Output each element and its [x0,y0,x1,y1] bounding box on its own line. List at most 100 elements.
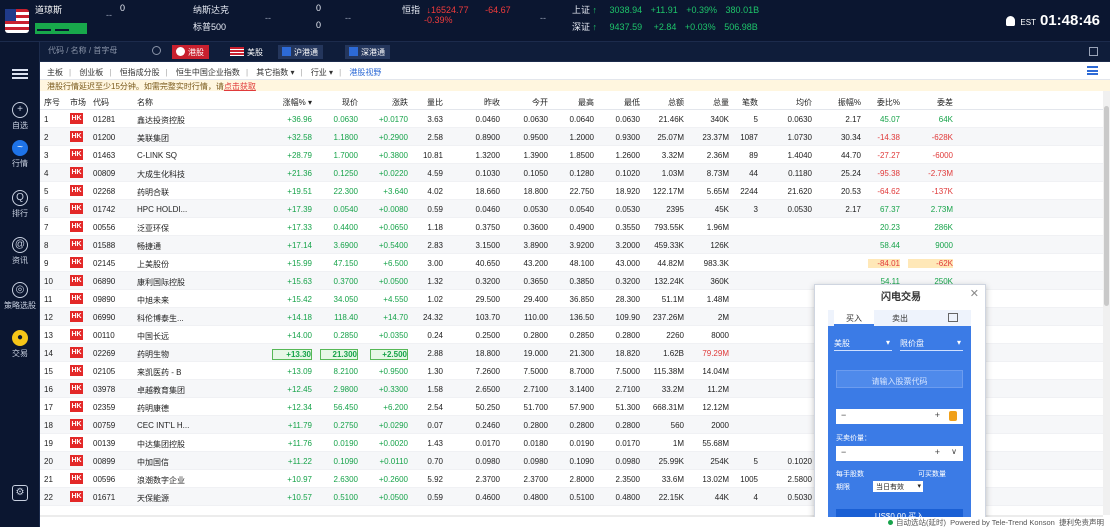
table-cell: 18.920 [615,187,640,196]
column-header[interactable]: 序号 [44,97,64,108]
menu-icon[interactable] [12,69,28,79]
chevron-down-icon[interactable]: ∨ [951,447,957,456]
table-row[interactable]: 8 HK 01588 畅捷通 +17.14 3.6900 +0.5400 2.83 3.1500… [40,236,1103,254]
column-header[interactable]: 昨收 [460,97,500,108]
column-header[interactable]: 现价 [320,97,358,108]
stock-code-input[interactable]: 请输入股票代码 [836,370,963,388]
table-cell: +14.00 [287,331,312,340]
subnav-hscei[interactable]: 恒生中国企业指数 [176,68,240,77]
table-cell: +17.33 [287,223,312,232]
subnav-main-board[interactable]: 主板 [47,68,63,77]
column-header[interactable]: 最低 [600,97,640,108]
column-header[interactable]: 总量 [689,97,729,108]
column-header[interactable]: 均价 [772,97,812,108]
ticker-hsi[interactable]: 恒指 ↓16524.77 -64.67 -0.39% [402,3,511,25]
plus-icon[interactable]: + [935,447,940,457]
minus-icon[interactable]: − [841,410,846,420]
subnav-hk-vision[interactable]: 港股视野 [349,68,381,77]
column-header[interactable]: 市场 [70,97,90,108]
table-cell: 28.300 [615,295,640,304]
subnav-hsi-constituents[interactable]: 恒指成分股 [120,68,160,77]
sidebar-item-watchlist[interactable]: + 自选 [0,102,40,131]
subnav-industry[interactable]: 行业 ▾ [311,68,333,77]
tab-hk-stocks[interactable]: 港股 [172,45,209,59]
table-row[interactable]: 2 HK 01200 美联集团 +32.58 1.1800 +0.2900 2.58 0.890… [40,128,1103,146]
table-cell: 560 [670,421,684,430]
quantity-stepper[interactable]: − + ∨ [836,446,963,461]
column-header[interactable]: 最高 [554,97,594,108]
table-row[interactable]: 6 HK 01742 HPC HOLDI... +17.39 0.0540 +0.0080 0… [40,200,1103,218]
sidebar-item-news[interactable]: @ 资讯 [0,237,40,266]
table-cell: +14.70 [383,313,408,322]
tab-shhk-label: 沪港通 [294,48,318,57]
tab-sh-hk-connect[interactable]: 沪港通 [278,45,323,59]
table-cell: +15.99 [287,259,312,268]
ticker-shenzhen[interactable]: 深证 ↑ 9437.59 +2.84 +0.03% 506.98B [572,20,758,33]
table-row[interactable]: 3 HK 01463 C-LINK SQ +28.79 1.7000 +0.3800 10.8… [40,146,1103,164]
sidebar-item-trade[interactable]: ● 交易 [0,330,40,359]
vertical-scrollbar[interactable] [1103,91,1110,515]
sidebar-item-screener[interactable]: ◎ 策略选股 [0,282,40,311]
search-icon[interactable] [152,46,161,55]
subnav-gem[interactable]: 创业板 [79,68,103,77]
column-header[interactable]: 涨跌 [370,97,408,108]
expand-icon[interactable] [948,313,958,322]
column-header[interactable]: 代码 [93,97,133,108]
table-cell: 13 [44,331,53,340]
ticker-shanghai[interactable]: 上证 ↑ 3038.94 +11.91 +0.39% 380.01B [572,3,759,16]
order-type-select[interactable]: 限价盘 ▾ [900,338,963,351]
table-cell: 109.90 [615,313,640,322]
ticker-dow[interactable]: 道琼斯 [35,3,89,41]
tab-us-stocks[interactable]: 美股 [226,45,268,59]
search-input[interactable]: 代码 / 名称 / 首字母 [48,45,117,56]
table-row[interactable]: 5 HK 02268 药明合联 +19.51 22.300 +3.640 4.02 18.660… [40,182,1103,200]
scrollbar-thumb[interactable] [1104,106,1109,306]
table-cell: 6 [44,205,49,214]
subnav-other-index[interactable]: 其它指数 ▾ [256,68,294,77]
table-row[interactable]: 4 HK 00809 大成生化科技 +21.36 0.1250 +0.0220 4.59 0.1… [40,164,1103,182]
bell-icon[interactable] [1006,16,1016,26]
minus-icon[interactable]: − [841,447,846,457]
ticker-nasdaq[interactable]: 纳斯达克 标普500 [193,3,229,32]
lock-icon[interactable] [949,411,957,421]
table-row[interactable]: 7 HK 00556 泛亚环保 +17.33 0.4400 +0.0650 1.18 0.375… [40,218,1103,236]
tab-sell[interactable]: 卖出 [892,313,908,324]
column-header[interactable]: 委差 [908,97,953,108]
table-cell: 23.37M [702,133,729,142]
price-stepper[interactable]: − + [836,409,963,424]
table-cell: 06890 [93,277,116,286]
market-select[interactable]: 美股 ▾ [834,338,892,351]
column-header[interactable]: 名称 [137,97,237,108]
column-header[interactable]: 振幅% [823,97,861,108]
table-cell: +4.550 [383,295,408,304]
column-settings-icon[interactable] [1087,66,1098,75]
table-row[interactable]: 9 HK 02145 上美股份 +15.99 47.150 +6.500 3.00 40.650… [40,254,1103,272]
column-header[interactable]: 笔数 [733,97,758,108]
column-header[interactable]: 涨幅% ▾ [272,97,312,108]
layout-grid-icon[interactable] [1089,47,1098,56]
disclaimer-link[interactable]: 捷利免责声明 [1059,518,1104,527]
plus-icon[interactable]: + [935,410,940,420]
table-cell: 2.6500 [475,385,500,394]
tab-buy[interactable]: 买入 [834,310,874,326]
server-status[interactable]: 自动选站(延时) [896,518,946,527]
sidebar-item-quotes[interactable]: ~ 行情 [0,140,40,169]
ticker-sh-change: +11.91 [650,5,678,15]
get-realtime-link[interactable]: 点击获取 [224,82,256,91]
us-flag-icon[interactable] [5,9,29,33]
chevron-down-icon: ▾ [956,338,961,347]
ticker-sp500[interactable]: 0 0 [316,3,321,30]
close-icon[interactable]: ✕ [970,287,979,300]
ticker-unnamed[interactable]: 0 -- [106,3,125,20]
column-header[interactable]: 今开 [508,97,548,108]
tab-sz-hk-connect[interactable]: 深港通 [345,45,390,59]
sidebar-item-ranking[interactable]: Q 排行 [0,190,40,219]
market-badge: HK [70,239,83,250]
settings-button[interactable]: ⚙ [0,485,40,503]
column-header[interactable]: 委比% [868,97,900,108]
column-header[interactable]: 总额 [642,97,684,108]
column-header[interactable]: 量比 [418,97,443,108]
table-cell: 0.1050 [523,169,548,178]
table-row[interactable]: 1 HK 01281 鑫达投资控股 +36.96 0.0630 +0.0170 3.63 0.0… [40,110,1103,128]
validity-select[interactable]: 当日有效 ▾ [873,481,923,492]
